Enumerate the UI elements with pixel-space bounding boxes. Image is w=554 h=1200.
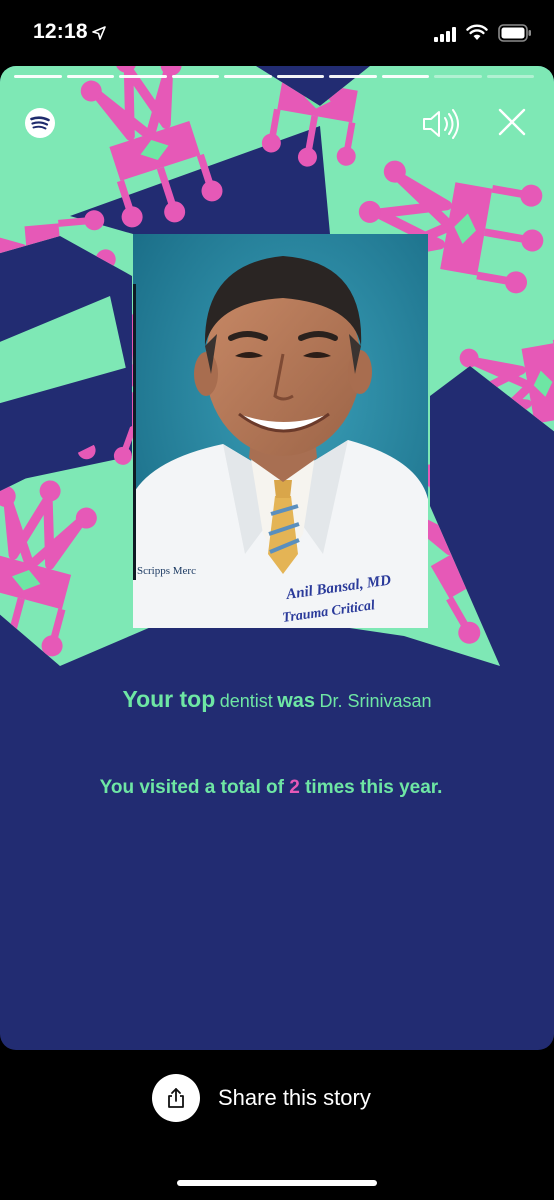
share-icon [168,1088,184,1108]
visits-count: 2 [289,777,300,798]
headline-dentist: dentist [219,691,273,711]
headline-dentist-name: Dr. Srinivasan [319,691,432,711]
share-label: Share this story [218,1085,371,1110]
story-progress [14,75,534,79]
visits-suffix: times this year. [305,777,443,798]
status-time: 12:18 [33,20,88,43]
progress-segment [66,75,114,78]
status-bar: 12:18 [0,0,554,66]
headline-was: was [277,690,316,712]
home-indicator[interactable] [177,1180,377,1186]
progress-segment [224,75,272,78]
progress-segment [381,75,429,78]
share-story-button[interactable]: Share this story [152,1074,371,1122]
dentist-photo: Anil Bansal, MD Trauma Critical Scripps … [133,234,428,628]
progress-segment [434,75,482,78]
wifi-icon [466,24,488,40]
cellular-signal-icon [434,27,456,42]
progress-segment [486,75,534,78]
headline-your-top: Your top [122,686,216,712]
headline: Your top dentist was Dr. Srinivasan [0,686,554,713]
close-icon[interactable] [495,105,529,139]
story-card[interactable]: Anil Bansal, MD Trauma Critical Scripps … [0,66,554,1050]
progress-segment [119,75,167,78]
spotify-icon [25,108,55,138]
location-arrow-icon [92,26,106,40]
progress-segment [14,75,62,78]
visits-summary: You visited a total of 2 times this year… [96,778,446,798]
progress-segment [276,75,324,78]
coat-logo-text: Scripps Merc [137,565,196,577]
progress-segment [171,75,219,78]
battery-icon [498,24,531,42]
visits-prefix: You visited a total of [99,777,284,798]
progress-segment [329,75,377,78]
share-icon-circle[interactable] [152,1074,200,1122]
speaker-icon[interactable] [420,106,462,142]
